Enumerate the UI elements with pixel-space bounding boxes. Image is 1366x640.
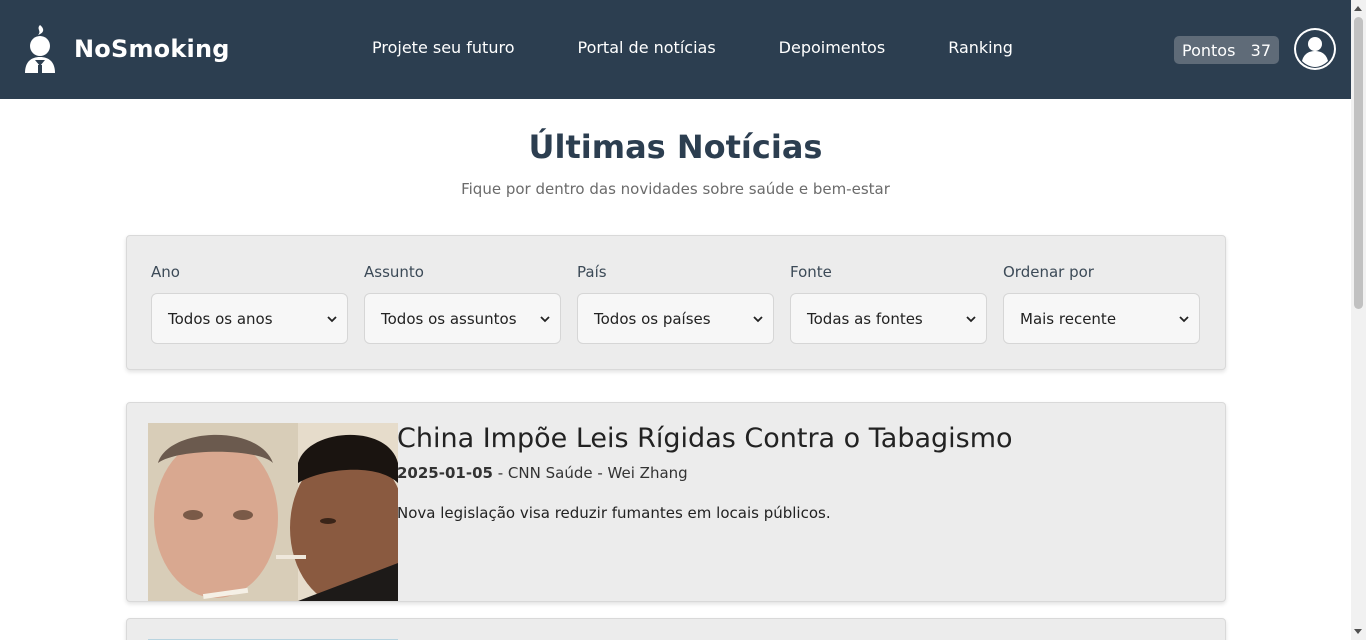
chevron-down-icon	[1179, 315, 1189, 322]
select-value: Mais recente	[1020, 309, 1117, 328]
news-card[interactable]: China Impõe Leis Rígidas Contra o Tabagi…	[126, 402, 1226, 602]
main-nav: Projete seu futuro Portal de notícias De…	[372, 38, 1013, 57]
chevron-down-icon	[753, 315, 763, 322]
brand-home-link[interactable]: NoSmoking	[22, 24, 230, 74]
scroll-up-arrow-icon[interactable]	[1354, 6, 1362, 11]
news-meta: 2025-01-05 - CNN Saúde - Wei Zhang	[397, 464, 1197, 482]
chevron-down-icon	[540, 315, 550, 322]
news-source: CNN Saúde	[507, 464, 593, 482]
filter-label: Assunto	[364, 263, 424, 281]
chevron-down-icon	[327, 315, 337, 322]
select-value: Todos os países	[594, 309, 711, 328]
page-title: Últimas Notícias	[528, 128, 823, 166]
select-value: Todos os assuntos	[381, 309, 517, 328]
news-date: 2025-01-05	[397, 464, 493, 482]
year-select[interactable]: Todos os anos	[151, 293, 348, 344]
nav-link-ranking[interactable]: Ranking	[948, 38, 1013, 57]
filter-label: Fonte	[790, 263, 832, 281]
smoking-person-logo-icon	[25, 25, 55, 73]
filter-label: País	[577, 263, 607, 281]
points-badge: Pontos 37	[1174, 36, 1279, 64]
navbar: NoSmoking Projete seu futuro Portal de n…	[0, 0, 1351, 99]
filter-fonte: Fonte Todas as fontes	[790, 263, 987, 344]
page-subtitle: Fique por dentro das novidades sobre saú…	[461, 180, 890, 198]
user-avatar-button[interactable]	[1294, 28, 1336, 70]
filters-panel: Ano Todos os anos Assunto Todos os assun…	[126, 235, 1226, 370]
source-select[interactable]: Todas as fontes	[790, 293, 987, 344]
chevron-down-icon	[966, 315, 976, 322]
meta-separator: -	[597, 464, 608, 482]
points-label: Pontos	[1182, 40, 1236, 60]
scrollbar-thumb[interactable]	[1354, 17, 1363, 309]
page-scrollbar[interactable]	[1351, 0, 1366, 640]
sort-select[interactable]: Mais recente	[1003, 293, 1200, 344]
filter-ordenar: Ordenar por Mais recente	[1003, 263, 1200, 344]
news-card[interactable]	[126, 618, 1226, 640]
filter-assunto: Assunto Todos os assuntos	[364, 263, 561, 344]
nav-link-depoimentos[interactable]: Depoimentos	[779, 38, 886, 57]
scroll-down-arrow-icon[interactable]	[1354, 629, 1362, 634]
filter-pais: País Todos os países	[577, 263, 774, 344]
user-icon	[1296, 30, 1334, 68]
select-value: Todos os anos	[168, 309, 273, 328]
subject-select[interactable]: Todos os assuntos	[364, 293, 561, 344]
news-author: Wei Zhang	[607, 464, 688, 482]
news-card-body: China Impõe Leis Rígidas Contra o Tabagi…	[397, 423, 1197, 522]
news-description: Nova legislação visa reduzir fumantes em…	[397, 504, 831, 522]
points-value: 37	[1250, 40, 1271, 60]
country-select[interactable]: Todos os países	[577, 293, 774, 344]
filter-label: Ano	[151, 263, 180, 281]
news-photo	[148, 423, 398, 601]
filter-label: Ordenar por	[1003, 263, 1094, 281]
news-title[interactable]: China Impõe Leis Rígidas Contra o Tabagi…	[397, 423, 1197, 454]
meta-separator: -	[497, 464, 508, 482]
brand-name: NoSmoking	[74, 35, 230, 63]
nav-link-portal-noticias[interactable]: Portal de notícias	[577, 38, 715, 57]
nav-link-projete-futuro[interactable]: Projete seu futuro	[372, 38, 514, 57]
select-value: Todas as fontes	[807, 309, 923, 328]
news-image[interactable]	[148, 423, 398, 601]
filter-ano: Ano Todos os anos	[151, 263, 348, 344]
